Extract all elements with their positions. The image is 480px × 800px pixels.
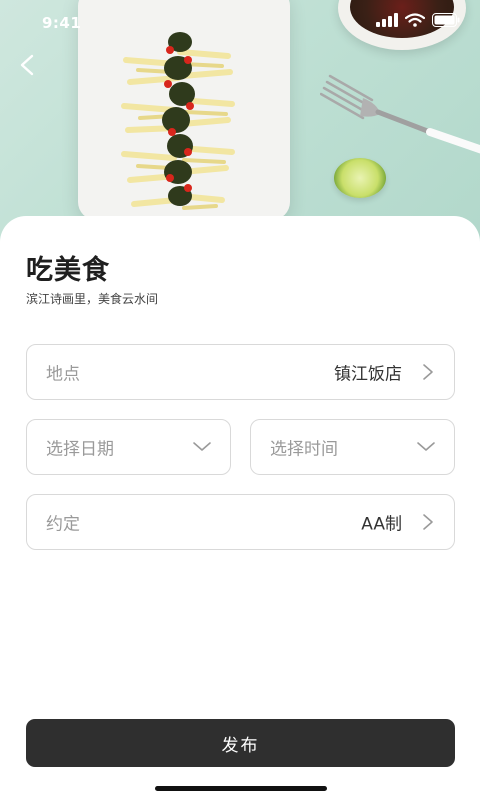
wifi-icon bbox=[405, 13, 425, 27]
content-sheet: 吃美食 滨江诗画里，美食云水间 地点 镇江饭店 选择日期 选择时间 约定 AA制 bbox=[0, 216, 480, 800]
agreement-field[interactable]: 约定 AA制 bbox=[26, 494, 455, 550]
time-picker[interactable]: 选择时间 bbox=[250, 419, 455, 475]
agreement-value: AA制 bbox=[361, 514, 402, 535]
location-label: 地点 bbox=[46, 364, 80, 385]
chevron-right-icon bbox=[423, 514, 433, 530]
fork bbox=[320, 74, 480, 154]
time-placeholder: 选择时间 bbox=[270, 439, 338, 460]
location-value: 镇江饭店 bbox=[334, 364, 402, 385]
status-bar: 9:41 bbox=[0, 0, 480, 44]
chevron-down-icon bbox=[193, 442, 211, 451]
location-field[interactable]: 地点 镇江饭店 bbox=[26, 344, 455, 400]
status-time: 9:41 bbox=[42, 14, 82, 32]
publish-button[interactable]: 发布 bbox=[26, 719, 455, 767]
home-indicator bbox=[155, 786, 327, 791]
signal-icon bbox=[376, 13, 398, 27]
page-title: 吃美食 bbox=[26, 255, 110, 286]
date-picker[interactable]: 选择日期 bbox=[26, 419, 231, 475]
chevron-right-icon bbox=[423, 364, 433, 380]
date-placeholder: 选择日期 bbox=[46, 439, 114, 460]
status-icons bbox=[376, 13, 460, 27]
back-icon[interactable] bbox=[16, 52, 40, 78]
chevron-down-icon bbox=[417, 442, 435, 451]
lime-slice bbox=[334, 158, 386, 198]
battery-icon bbox=[432, 13, 460, 27]
food-dish bbox=[121, 32, 235, 210]
page-subtitle: 滨江诗画里，美食云水间 bbox=[26, 292, 159, 306]
agreement-label: 约定 bbox=[46, 514, 80, 535]
